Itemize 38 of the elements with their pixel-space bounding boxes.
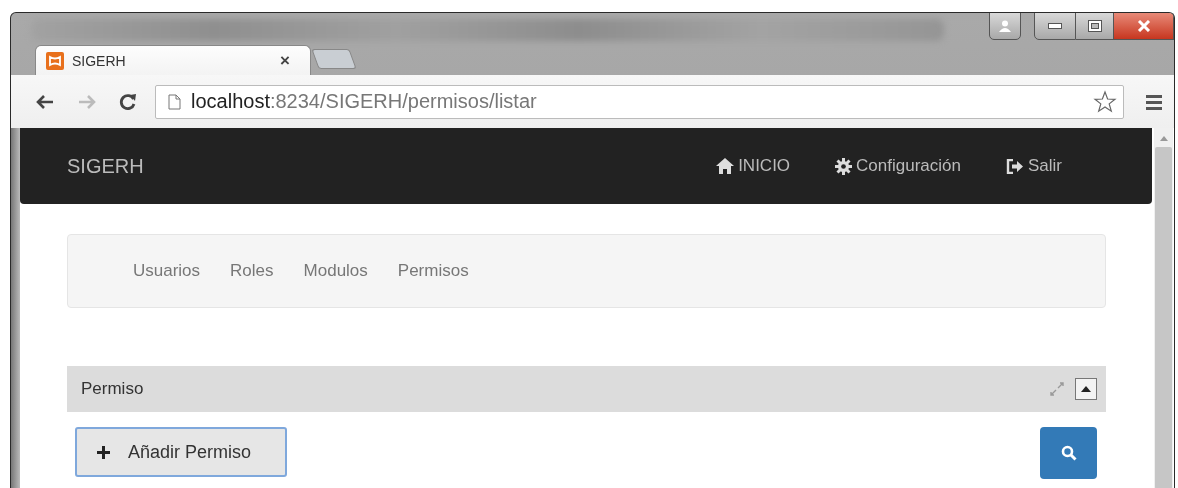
browser-tab[interactable]: SIGERH × — [35, 45, 311, 75]
add-button[interactable]: Añadir Permiso — [75, 427, 287, 477]
page-icon — [168, 93, 181, 110]
minimize-button[interactable] — [1034, 13, 1076, 40]
back-icon[interactable] — [35, 93, 55, 110]
search-button[interactable] — [1040, 427, 1097, 479]
brand-link[interactable]: SIGERH — [67, 154, 144, 178]
user-button[interactable] — [989, 13, 1021, 40]
close-icon — [1135, 20, 1152, 32]
subnav-link[interactable]: Roles — [230, 261, 274, 281]
caret-icon — [1081, 386, 1091, 392]
scrollbar-thumb[interactable] — [1155, 147, 1172, 488]
tab-title: SIGERH — [72, 52, 127, 69]
subnav-link[interactable]: Usuarios — [133, 261, 201, 281]
close-tab-button[interactable]: × — [280, 50, 290, 71]
subnav-link[interactable]: Modulos — [303, 261, 368, 281]
reload-icon[interactable] — [119, 92, 137, 111]
collapse-button[interactable] — [1075, 378, 1097, 400]
panel-title: Permiso — [81, 379, 145, 399]
menu-icon[interactable] — [1146, 93, 1162, 110]
maximize-button[interactable] — [1076, 13, 1114, 40]
nav-link[interactable]: INICIO — [716, 156, 791, 176]
gear-icon — [835, 157, 853, 175]
plus-icon — [97, 445, 110, 459]
star-icon[interactable] — [1093, 89, 1117, 114]
close-button[interactable] — [1114, 13, 1174, 40]
nav-link[interactable]: Configuración — [835, 156, 961, 176]
app-icon — [46, 51, 64, 70]
nav-link[interactable]: Salir — [1006, 156, 1062, 176]
logout-icon — [1006, 158, 1024, 174]
home-icon — [716, 158, 735, 174]
address-field[interactable]: localhost:8234/SIGERH/permisos/listar — [155, 84, 1124, 119]
subnav-link[interactable]: Permisos — [397, 261, 469, 281]
search-icon — [1060, 445, 1077, 461]
user-icon — [998, 20, 1012, 32]
minimize-icon — [1048, 23, 1062, 29]
scrollbar[interactable] — [1154, 128, 1173, 488]
maximize-icon — [1087, 20, 1102, 32]
